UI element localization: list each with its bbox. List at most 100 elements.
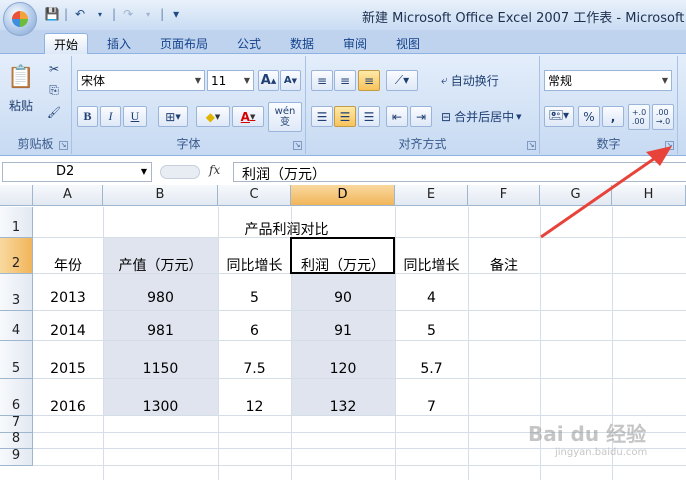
table-cell[interactable]: 132 [291,399,395,415]
wrap-text-button[interactable]: ⤶ 自动换行 [440,70,532,91]
number-launcher-icon[interactable]: ↘ [665,141,674,150]
cut-icon[interactable]: ✂ [44,60,64,78]
align-top-icon[interactable]: ≡ [311,70,333,91]
column-header-a[interactable]: A [33,185,103,206]
grow-font-button[interactable]: A ▲ [258,70,279,91]
bold-button[interactable]: B [77,106,98,127]
table-cell[interactable]: 5 [218,290,291,306]
table-cell[interactable]: 980 [103,290,218,306]
table-cell[interactable]: 981 [103,323,218,339]
merge-center-button[interactable]: ⊟ 合并后居中 ▼ [440,106,536,127]
table-cell[interactable]: 91 [291,323,395,339]
align-middle-icon[interactable]: ≡ [334,70,356,91]
table-cell[interactable]: 7.5 [218,361,291,377]
align-bottom-icon[interactable]: ≡ [358,70,380,91]
table-cell[interactable]: 7 [395,399,468,415]
row-header-5[interactable]: 5 [0,341,33,379]
table-cell[interactable]: 2014 [33,323,103,339]
redo-icon[interactable]: ↷ [120,5,136,23]
row-header-1[interactable]: 1 [0,207,33,238]
tab-insert[interactable]: 插入 [107,33,131,54]
alignment-launcher-icon[interactable]: ↘ [527,141,536,150]
header-profit-growth[interactable]: 同比增长 [395,255,468,275]
header-year[interactable]: 年份 [33,255,103,275]
name-box[interactable]: D2 ▼ [2,162,152,182]
office-button[interactable] [3,2,37,36]
decrease-indent-icon[interactable]: ⇤ [386,106,408,127]
undo-icon[interactable]: ↶ [72,5,88,23]
row-header-2[interactable]: 2 [0,238,33,274]
row-header-6[interactable]: 6 [0,379,33,416]
column-header-e[interactable]: E [395,185,468,206]
tab-data[interactable]: 数据 [290,33,314,54]
tab-view[interactable]: 视图 [396,33,420,54]
table-cell[interactable]: 5.7 [395,361,468,377]
table-cell[interactable]: 120 [291,361,395,377]
border-icon: ⊞ [165,109,176,124]
column-header-g[interactable]: G [540,185,612,206]
header-output-growth[interactable]: 同比增长 [218,255,291,275]
table-cell[interactable]: 1150 [103,361,218,377]
font-color-button[interactable]: A ▼ [232,106,264,127]
fill-color-button[interactable]: ◆ ▼ [196,106,230,127]
align-right-icon[interactable]: ☰ [358,106,380,127]
formula-splitter[interactable] [160,165,200,179]
underline-button[interactable]: U [123,106,147,127]
align-center-icon[interactable]: ☰ [334,106,356,127]
currency-icon[interactable]: 🖭▾ [544,106,574,127]
table-cell[interactable]: 12 [218,399,291,415]
font-launcher-icon[interactable]: ↘ [293,141,302,150]
row-header-8[interactable]: 8 [0,431,33,449]
column-header-b[interactable]: B [103,185,218,206]
active-cell-d2[interactable] [290,237,395,274]
column-header-h[interactable]: H [612,185,686,206]
shrink-font-button[interactable]: A ▼ [280,70,301,91]
tab-formulas[interactable]: 公式 [237,33,261,54]
number-format-combo[interactable]: 常规 ▼ [544,70,672,91]
column-header-c[interactable]: C [218,185,291,206]
tab-home[interactable]: 开始 [44,33,88,54]
tab-page-layout[interactable]: 页面布局 [160,33,208,54]
format-painter-icon[interactable]: 🖌 [44,103,64,121]
save-icon[interactable]: 💾 [44,5,60,23]
sheet-title[interactable]: 产品利润对比 [33,219,540,239]
column-header-f[interactable]: F [468,185,540,206]
table-cell[interactable]: 2015 [33,361,103,377]
row-header-3[interactable]: 3 [0,274,33,311]
table-cell[interactable]: 2016 [33,399,103,415]
formula-input[interactable]: 利润（万元） [233,162,686,183]
select-all-corner[interactable] [0,185,33,206]
italic-button[interactable]: I [100,106,121,127]
header-notes[interactable]: 备注 [468,255,540,275]
table-cell[interactable]: 6 [218,323,291,339]
redo-dropdown-icon[interactable]: ▾ [140,5,156,23]
customize-qat-icon[interactable]: ▾ [168,5,184,23]
clipboard-launcher-icon[interactable]: ↘ [59,141,68,150]
row-header-4[interactable]: 4 [0,311,33,341]
copy-icon[interactable]: ⎘ [44,81,64,99]
font-size-combo[interactable]: 11 ▼ [207,70,254,91]
border-button[interactable]: ⊞ ▼ [158,106,188,127]
paste-icon[interactable]: 📋 [6,60,36,94]
font-name-combo[interactable]: 宋体 ▼ [77,70,205,91]
orientation-icon[interactable]: ⟋▾ [386,70,418,91]
table-cell[interactable]: 2013 [33,290,103,306]
undo-dropdown-icon[interactable]: ▾ [92,5,108,23]
tab-review[interactable]: 审阅 [343,33,367,54]
align-left-icon[interactable]: ☰ [311,106,333,127]
table-cell[interactable]: 5 [395,323,468,339]
percent-button[interactable]: % [578,106,600,127]
header-output[interactable]: 产值（万元） [103,255,218,275]
row-header-9[interactable]: 9 [0,448,33,466]
increase-indent-icon[interactable]: ⇥ [410,106,432,127]
paste-button[interactable]: 粘贴 [4,96,38,114]
phonetic-guide-button[interactable]: wén 变 [268,102,302,132]
table-cell[interactable]: 90 [291,290,395,306]
table-cell[interactable]: 1300 [103,399,218,415]
insert-function-icon[interactable]: fx [209,163,220,177]
increase-decimal-button[interactable]: +.0 .00 [628,104,650,130]
comma-button[interactable]: , [602,106,624,127]
decrease-decimal-button[interactable]: .00 →.0 [652,104,674,130]
table-cell[interactable]: 4 [395,290,468,306]
column-header-d[interactable]: D [291,185,395,206]
